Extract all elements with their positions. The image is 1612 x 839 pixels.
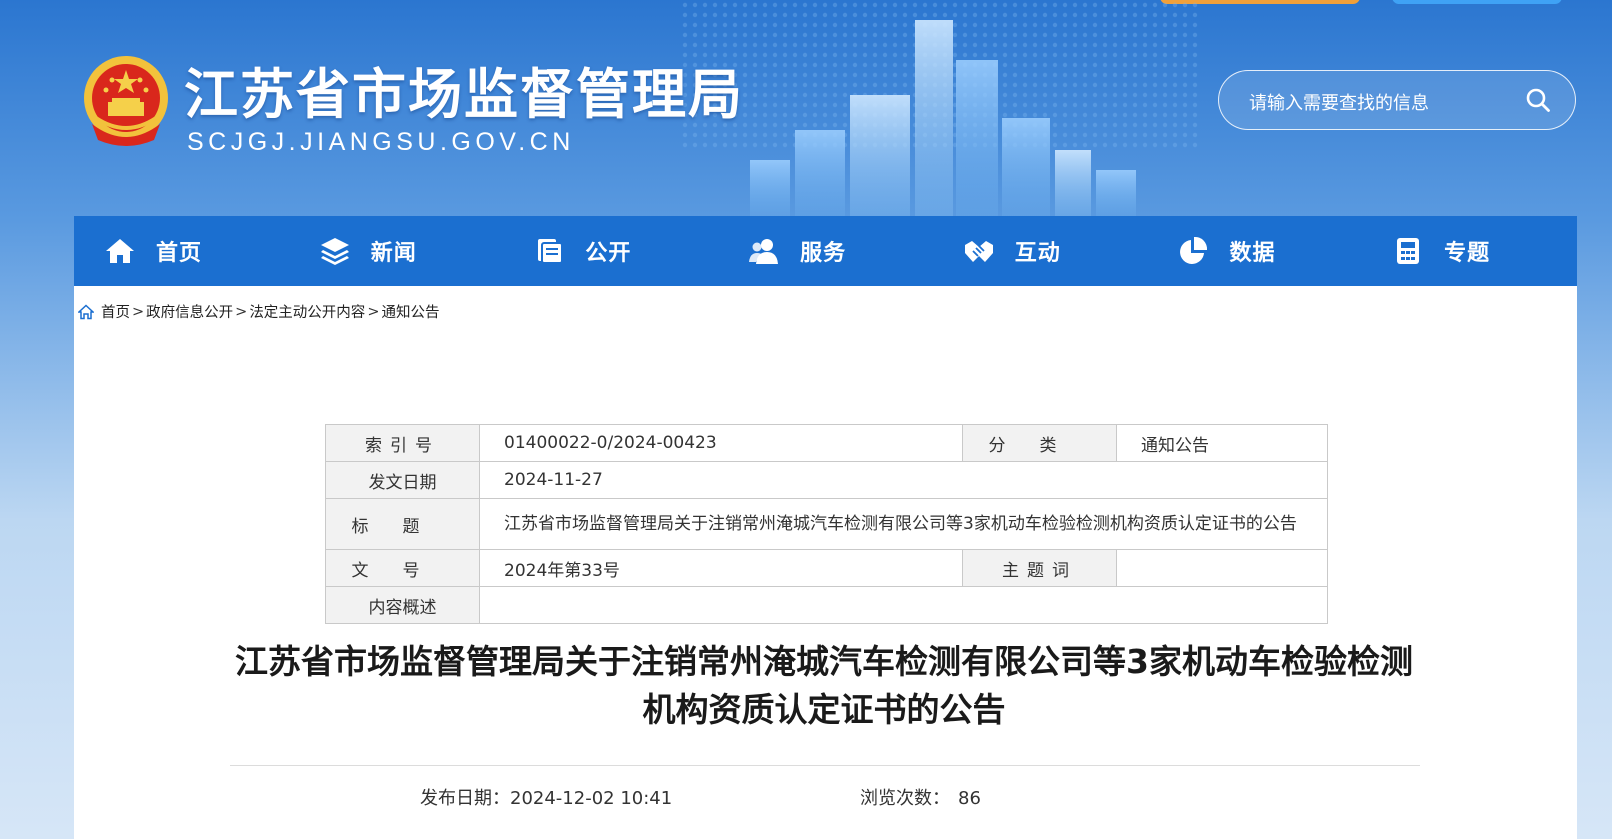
title-label: 标题 <box>325 498 480 550</box>
table-row: 发文日期 2024-11-27 <box>325 461 1328 499</box>
article-title: 江苏省市场监督管理局关于注销常州淹城汽车检测有限公司等3家机动车检验检测机构资质… <box>235 642 1413 729</box>
keywords-value <box>1116 549 1328 587</box>
document-metadata-table: 索引号 01400022-0/2024-00423 分类 通知公告 发文日期 2… <box>325 424 1328 624</box>
date-value: 2024-11-27 <box>479 461 1328 499</box>
docno-value: 2024年第33号 <box>479 549 963 587</box>
breadcrumb-separator: > <box>132 303 145 320</box>
table-row: 文号 2024年第33号 主题词 <box>325 549 1328 587</box>
nav-item-data[interactable]: 数据 <box>1147 216 1362 286</box>
document-stack-icon <box>538 239 564 264</box>
nav-item-public[interactable]: 公开 <box>503 216 718 286</box>
handshake-icon <box>964 241 993 262</box>
layers-icon <box>320 238 349 265</box>
nav-label: 专题 <box>1444 241 1491 266</box>
category-value: 通知公告 <box>1116 424 1328 462</box>
nav-item-service[interactable]: 服务 <box>718 216 933 286</box>
docno-label: 文号 <box>325 549 480 587</box>
publish-date-value: 2024-12-02 10:41 <box>510 788 673 809</box>
search-input[interactable]: 请输入需要查找的信息 <box>1249 89 1429 115</box>
view-count-label: 浏览次数： <box>860 788 950 809</box>
keywords-label: 主题词 <box>962 549 1117 587</box>
publish-date-label: 发布日期： <box>420 788 510 809</box>
pie-chart-icon <box>1180 236 1208 264</box>
table-row: 标题 江苏省市场监督管理局关于注销常州淹城汽车检测有限公司等3家机动车检验检测机… <box>325 498 1328 550</box>
title-value: 江苏省市场监督管理局关于注销常州淹城汽车检测有限公司等3家机动车检验检测机构资质… <box>479 498 1328 550</box>
table-row: 索引号 01400022-0/2024-00423 分类 通知公告 <box>325 424 1328 462</box>
search-icon[interactable] <box>1525 87 1551 113</box>
table-row: 内容概述 <box>325 586 1328 624</box>
nav-item-interaction[interactable]: 互动 <box>933 216 1148 286</box>
nav-item-news[interactable]: 新闻 <box>289 216 504 286</box>
site-header: 江苏省市场监督管理局 SCJGJ.JIANGSU.GOV.CN 请输入需要查找的… <box>0 0 1612 216</box>
breadcrumb-gov-info[interactable]: 政府信息公开 <box>146 301 233 322</box>
index-label: 索引号 <box>325 424 480 462</box>
date-label: 发文日期 <box>325 461 480 499</box>
nav-item-home[interactable]: 首页 <box>74 216 289 286</box>
city-skyline-decoration <box>680 0 1200 216</box>
view-count-value: 86 <box>958 788 981 809</box>
top-accent-bar-blue <box>1392 0 1562 4</box>
nav-label: 新闻 <box>370 241 417 266</box>
nav-label: 首页 <box>156 241 203 266</box>
publish-date: 发布日期：2024-12-02 10:41 <box>420 784 672 810</box>
main-nav: 首页 新闻 公开 服务 互动 数据 专题 <box>74 216 1577 286</box>
breadcrumb-home[interactable]: 首页 <box>101 301 130 322</box>
summary-label: 内容概述 <box>325 586 480 624</box>
calculator-icon <box>1397 238 1420 264</box>
home-icon <box>78 303 94 319</box>
breadcrumb-notices[interactable]: 通知公告 <box>381 301 439 322</box>
search-box[interactable]: 请输入需要查找的信息 <box>1218 70 1576 130</box>
home-icon <box>106 239 134 263</box>
content-panel: 首页 > 政府信息公开 > 法定主动公开内容 > 通知公告 索引号 014000… <box>74 286 1577 839</box>
breadcrumb: 首页 > 政府信息公开 > 法定主动公开内容 > 通知公告 <box>78 301 439 322</box>
category-label: 分类 <box>962 424 1117 462</box>
nav-label: 服务 <box>800 241 847 266</box>
summary-value <box>479 586 1328 624</box>
title-divider <box>230 765 1420 766</box>
nav-label: 公开 <box>585 241 632 266</box>
breadcrumb-separator: > <box>367 303 380 320</box>
nav-item-topics[interactable]: 专题 <box>1362 216 1577 286</box>
view-count: 浏览次数： 86 <box>860 784 981 810</box>
site-domain: SCJGJ.JIANGSU.GOV.CN <box>187 128 575 156</box>
nav-label: 数据 <box>1229 241 1276 266</box>
national-emblem-logo <box>84 56 168 146</box>
site-name[interactable]: 江苏省市场监督管理局 <box>184 50 744 129</box>
nav-label: 互动 <box>1014 241 1061 266</box>
breadcrumb-statutory[interactable]: 法定主动公开内容 <box>249 301 365 322</box>
index-value: 01400022-0/2024-00423 <box>479 424 963 462</box>
breadcrumb-separator: > <box>235 303 248 320</box>
user-group-icon <box>749 239 779 264</box>
